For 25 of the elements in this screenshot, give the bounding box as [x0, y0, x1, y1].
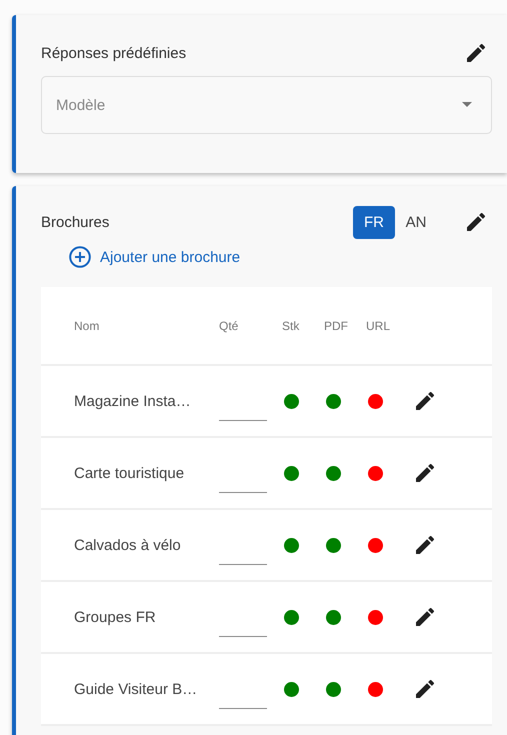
- brochure-name: Magazine Insta…: [74, 392, 192, 410]
- edit-icon[interactable]: [416, 392, 434, 410]
- template-select[interactable]: Modèle: [41, 76, 492, 134]
- card-title: Brochures: [41, 214, 110, 230]
- edit-icon[interactable]: [467, 213, 485, 231]
- edit-icon[interactable]: [416, 680, 434, 698]
- brochure-name: Guide Visiteur B…: [74, 680, 198, 698]
- edit-icon[interactable]: [467, 44, 485, 62]
- column-header: Stk: [282, 318, 300, 332]
- caret-icon: [462, 102, 472, 107]
- column-header: Nom: [74, 318, 100, 332]
- column-header: URL: [366, 318, 392, 332]
- brochure-name: Carte touristique: [74, 464, 186, 482]
- brochure-name: Calvados à vélo: [74, 536, 182, 554]
- card-title: Réponses prédéfinies: [41, 44, 186, 62]
- add-brochure-link[interactable]: Ajouter une brochure: [69, 246, 240, 268]
- edit-icon[interactable]: [416, 464, 434, 482]
- language-toggle[interactable]: FR: [353, 206, 395, 238]
- brochure-name: Groupes FR: [74, 608, 157, 626]
- edit-icon[interactable]: [416, 536, 434, 554]
- column-header: Qté: [219, 318, 240, 332]
- language-toggle[interactable]: AN: [395, 206, 437, 238]
- add-icon: [69, 246, 91, 268]
- column-header: PDF: [324, 318, 349, 332]
- edit-icon[interactable]: [416, 608, 434, 626]
